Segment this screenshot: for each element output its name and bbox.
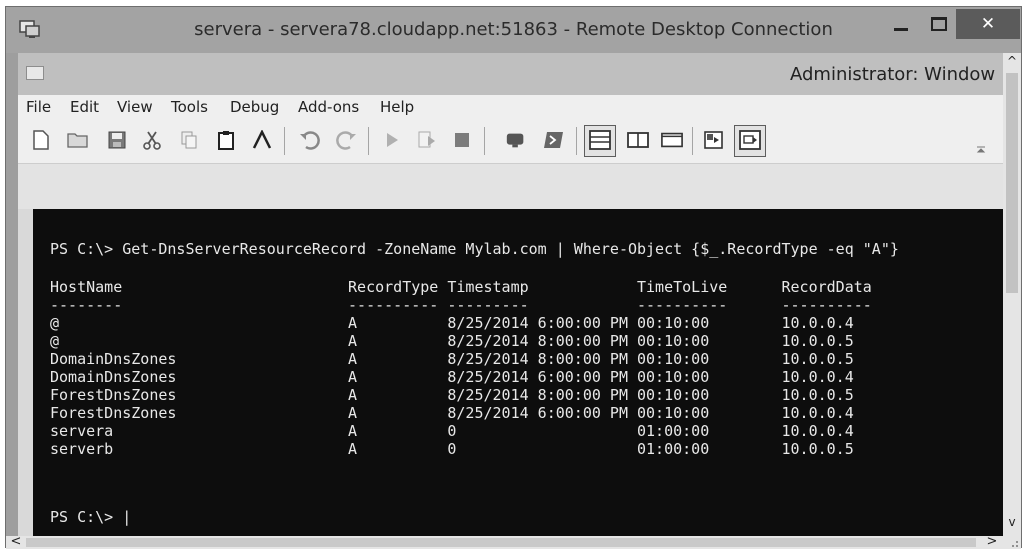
scroll-up-icon[interactable]: ^ [1005, 54, 1019, 70]
scroll-down-icon[interactable]: v [1005, 515, 1019, 531]
window-title: servera - servera78.cloudapp.net:51863 -… [194, 19, 833, 40]
menu-view[interactable]: View [117, 98, 153, 116]
toolbar-separator [692, 127, 693, 155]
menu-bar: File Edit View Tools Debug Add-ons Help [18, 95, 1003, 119]
cut-icon[interactable] [141, 129, 163, 151]
show-script-pane-icon[interactable] [739, 129, 761, 151]
vertical-scrollbar[interactable]: ^ v [1003, 53, 1021, 536]
dns-records-output: HostName RecordType Timestamp TimeToLive… [50, 278, 872, 458]
toolbar [18, 119, 1003, 163]
copy-icon[interactable] [178, 129, 200, 151]
ise-titlebar[interactable]: Administrator: Window [18, 53, 1003, 95]
toolbar-separator [576, 127, 577, 155]
toolbar-separator [284, 127, 285, 155]
ise-app-icon [26, 66, 44, 80]
menu-tools[interactable]: Tools [171, 98, 208, 116]
rdp-titlebar[interactable]: servera - servera78.cloudapp.net:51863 -… [6, 7, 1021, 53]
undo-icon[interactable] [299, 129, 321, 151]
minimize-icon [894, 27, 908, 31]
remote-powershell-icon[interactable] [505, 129, 527, 151]
new-script-icon[interactable] [30, 129, 52, 151]
remote-desktop-area: Administrator: Window File Edit View Too… [18, 53, 1003, 536]
vertical-scroll-thumb[interactable] [1006, 73, 1018, 293]
toolbar-separator [484, 127, 485, 155]
console-prompt[interactable]: PS C:\> | [50, 508, 131, 526]
rdp-window: servera - servera78.cloudapp.net:51863 -… [5, 6, 1022, 549]
save-icon[interactable] [106, 129, 128, 151]
toolbar-separator [368, 127, 369, 155]
horizontal-scrollbar[interactable]: < > [6, 534, 1021, 549]
menu-help[interactable]: Help [380, 98, 414, 116]
script-tab-bar [18, 163, 1003, 209]
toolbar-overflow-icon[interactable] [975, 145, 987, 155]
menu-debug[interactable]: Debug [230, 98, 279, 116]
clear-console-icon[interactable] [251, 129, 273, 151]
paste-icon[interactable] [215, 129, 237, 151]
maximize-icon [931, 17, 947, 31]
redo-icon[interactable] [335, 129, 357, 151]
console-command-line: PS C:\> Get-DnsServerResourceRecord -Zon… [50, 240, 899, 258]
ise-title: Administrator: Window [790, 64, 996, 85]
show-command-addon-icon[interactable] [703, 129, 725, 151]
menu-file[interactable]: File [26, 98, 51, 116]
show-script-maximized-icon[interactable] [661, 129, 683, 151]
minimize-button[interactable] [884, 9, 918, 39]
run-selection-icon[interactable] [416, 129, 438, 151]
open-icon[interactable] [67, 129, 89, 151]
maximize-button[interactable] [922, 9, 956, 39]
show-script-right-icon[interactable] [627, 129, 649, 151]
start-powershell-icon[interactable] [543, 129, 565, 151]
close-button[interactable]: ✕ [956, 9, 1020, 39]
stop-icon[interactable] [451, 129, 473, 151]
resize-grip-icon[interactable] [1006, 536, 1020, 549]
scroll-right-icon[interactable]: > [984, 534, 1000, 549]
menu-edit[interactable]: Edit [70, 98, 99, 116]
console-pane[interactable]: PS C:\> Get-DnsServerResourceRecord -Zon… [33, 209, 1003, 536]
scroll-left-icon[interactable]: < [8, 534, 24, 549]
show-script-top-icon[interactable] [589, 129, 611, 151]
menu-add-ons[interactable]: Add-ons [298, 98, 359, 116]
horizontal-scroll-thumb[interactable] [26, 538, 976, 547]
run-icon[interactable] [381, 129, 403, 151]
